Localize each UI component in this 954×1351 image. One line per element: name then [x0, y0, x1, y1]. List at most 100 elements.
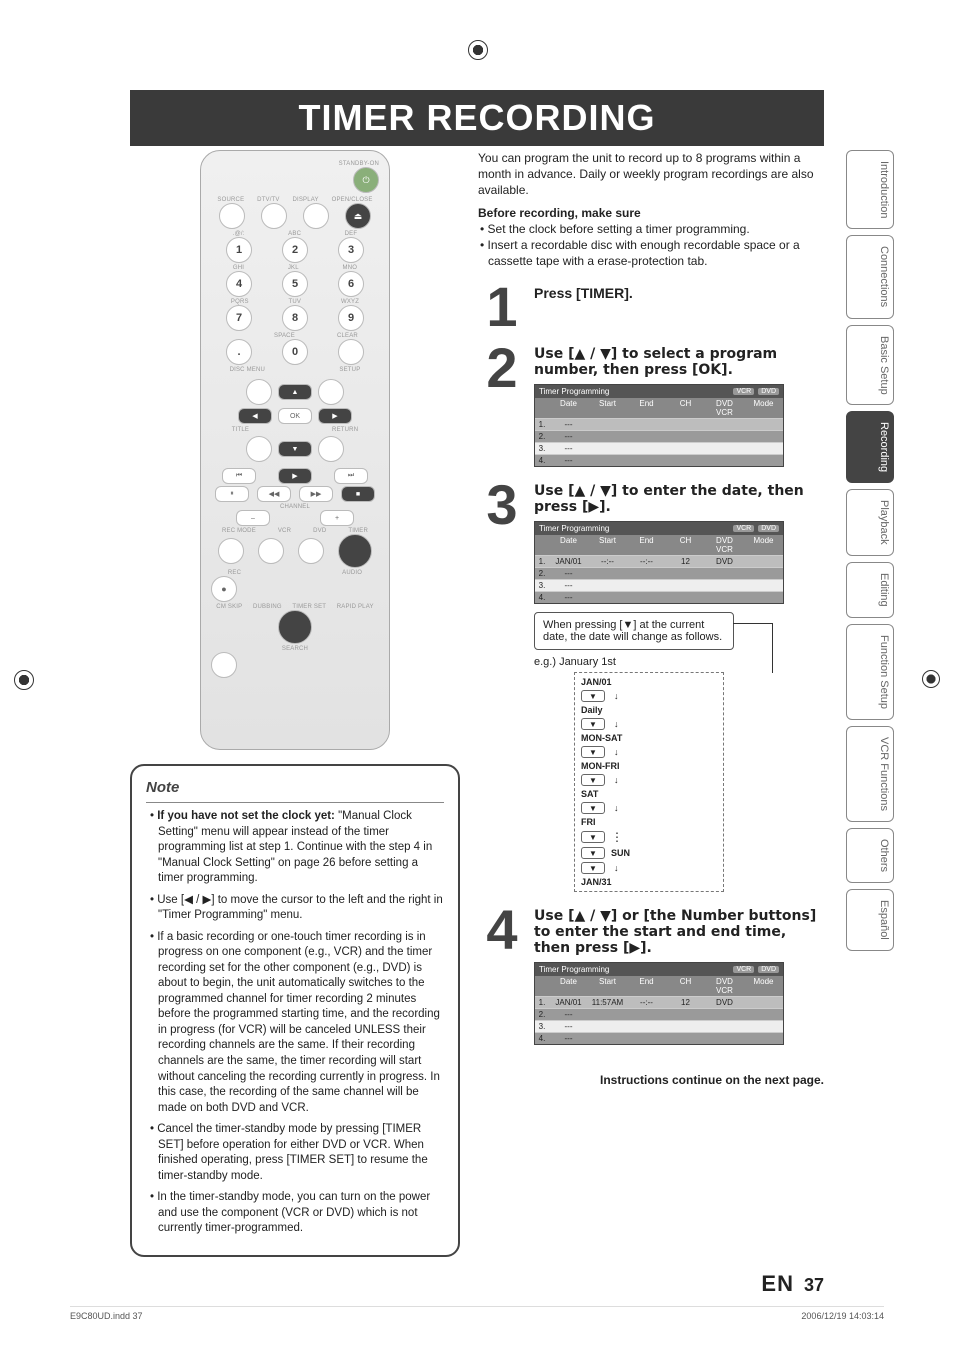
- tp-dvd-3: DVD: [758, 525, 779, 532]
- tp-head-3: DateStartEndCHDVD VCRMode: [535, 535, 783, 555]
- left-button: ◀: [238, 408, 272, 424]
- tp2-row3: 3.---: [535, 442, 783, 454]
- lbl-title: TITLE: [232, 427, 249, 433]
- flow-sun: SUN: [611, 848, 630, 858]
- step-3-num: 3: [478, 483, 526, 892]
- tp-vcr-2: VCR: [733, 388, 754, 395]
- flow-jan31: JAN/31: [581, 877, 612, 887]
- stop-button: ■: [341, 486, 375, 502]
- continue-text: Instructions continue on the next page.: [478, 1073, 824, 1087]
- standby-button: ⏻: [353, 167, 379, 193]
- dvd-button: [298, 538, 324, 564]
- tab-vcr-functions: VCR Functions: [846, 726, 894, 822]
- tp3-row4: 4.---: [535, 591, 783, 603]
- num-4: 4: [226, 271, 252, 297]
- note-box: Note If you have not set the clock yet: …: [130, 764, 460, 1257]
- lbl-audio: AUDIO: [342, 570, 362, 576]
- date-flow: e.g.) January 1st JAN/01 ▼ Daily ▼ MON-S…: [574, 656, 724, 892]
- tp4-row4: 4.---: [535, 1032, 783, 1044]
- num-8: 8: [282, 305, 308, 331]
- down-button: ▼: [278, 441, 312, 457]
- num-9: 9: [338, 305, 364, 331]
- lbl-openclose: OPEN/CLOSE: [332, 197, 373, 203]
- lbl-space: SPACE: [274, 333, 295, 339]
- intro-p1: You can program the unit to record up to…: [478, 150, 824, 199]
- next-button: ⏭: [334, 468, 368, 484]
- crop-mark-right: [922, 670, 940, 688]
- page-number: EN 37: [761, 1271, 824, 1297]
- tp2-row2: 2.---: [535, 430, 783, 442]
- vcr-button: [258, 538, 284, 564]
- footer-right: 2006/12/19 14:03:14: [801, 1311, 884, 1321]
- display-button: [303, 203, 329, 229]
- note-item-5: In the timer-standby mode, you can turn …: [158, 1190, 444, 1237]
- flow-daily: Daily: [581, 705, 603, 715]
- tp-title-2: Timer Programming: [539, 387, 609, 396]
- num-1: 1: [226, 237, 252, 263]
- title-button: [246, 436, 272, 462]
- step-3: 3 Use [▲ / ▼] to enter the date, then pr…: [478, 483, 824, 892]
- intro-text: You can program the unit to record up to…: [478, 150, 824, 269]
- tp-vcr-3: VCR: [733, 525, 754, 532]
- content-area: STANDBY-ON ⏻ SOURCE DTV/TV DISPLAY OPEN/…: [130, 150, 824, 1271]
- lbl-timer: TIMER: [348, 528, 368, 534]
- tab-espanol: Español: [846, 889, 894, 951]
- flow-btn-8: ▼: [581, 862, 605, 874]
- ch-plus: +: [320, 510, 354, 526]
- setup-button: [318, 379, 344, 405]
- footer-left: E9C80UD.indd 37: [70, 1311, 143, 1321]
- num-3: 3: [338, 237, 364, 263]
- tp2-row4: 4.---: [535, 454, 783, 466]
- ok-button: OK: [278, 408, 312, 424]
- ch-minus: –: [236, 510, 270, 526]
- tab-function-setup: Function Setup: [846, 624, 894, 720]
- step-4-num: 4: [478, 908, 526, 1045]
- lbl-dvd: DVD: [313, 528, 326, 534]
- tp4-row1: 1.JAN/0111:57AM--:--12DVD: [535, 996, 783, 1008]
- lbl-return: RETURN: [332, 427, 358, 433]
- flow-btn-7: ▼: [581, 847, 605, 859]
- tab-editing: Editing: [846, 562, 894, 618]
- tp-box-step3: Timer Programming VCR DVD DateStartEndCHDV…: [534, 521, 784, 604]
- page-banner: TIMER RECORDING: [130, 90, 824, 146]
- tp-title-4: Timer Programming: [539, 965, 609, 974]
- lbl-search: SEARCH: [282, 646, 308, 652]
- flow-jan01: JAN/01: [581, 677, 612, 687]
- flow-btn-2: ▼: [581, 718, 605, 730]
- remote-illustration: STANDBY-ON ⏻ SOURCE DTV/TV DISPLAY OPEN/…: [200, 150, 390, 750]
- note-item-1: If you have not set the clock yet: "Manu…: [158, 809, 444, 887]
- play-button: ▶: [278, 468, 312, 484]
- num-5: 5: [282, 271, 308, 297]
- lbl-recmode: REC MODE: [222, 528, 256, 534]
- note-heading: Note: [146, 778, 444, 803]
- lbl-discmenu: DISC MENU: [230, 367, 265, 373]
- flow-btn-3: ▼: [581, 746, 605, 758]
- tab-introduction: Introduction: [846, 150, 894, 229]
- lbl-channel: CHANNEL: [280, 504, 310, 510]
- step-2-title: Use [▲ / ▼] to select a program number, …: [534, 346, 824, 378]
- tp2-row1: 1.---: [535, 418, 783, 430]
- note-item-3: If a basic recording or one-touch timer …: [158, 930, 444, 1116]
- step-4-title: Use [▲ / ▼] or [the Number buttons] to e…: [534, 908, 824, 956]
- standby-label: STANDBY-ON: [339, 161, 379, 167]
- tp-title-3: Timer Programming: [539, 524, 609, 533]
- num-dot: .: [226, 339, 252, 365]
- tab-basic-setup: Basic Setup: [846, 325, 894, 406]
- flow-btn-5: ▼: [581, 802, 605, 814]
- lbl-clear: CLEAR: [337, 333, 358, 339]
- step-2: 2 Use [▲ / ▼] to select a program number…: [478, 346, 824, 467]
- lbl-setup: SETUP: [339, 367, 360, 373]
- step-1-num: 1: [478, 285, 526, 330]
- tab-playback: Playback: [846, 489, 894, 556]
- right-column: You can program the unit to record up to…: [478, 150, 824, 1271]
- step-1: 1 Press [TIMER].: [478, 285, 824, 330]
- up-button: ▲: [278, 384, 312, 400]
- prev-button: ⏮: [222, 468, 256, 484]
- rec-button: ●: [211, 576, 237, 602]
- tp-vcr-4: VCR: [733, 966, 754, 973]
- callout-line: [733, 623, 773, 673]
- lbl-cmskip: CM SKIP: [216, 604, 242, 610]
- flow-fri: FRI: [581, 817, 596, 827]
- tab-connections: Connections: [846, 235, 894, 318]
- date-eg: e.g.) January 1st: [534, 656, 724, 668]
